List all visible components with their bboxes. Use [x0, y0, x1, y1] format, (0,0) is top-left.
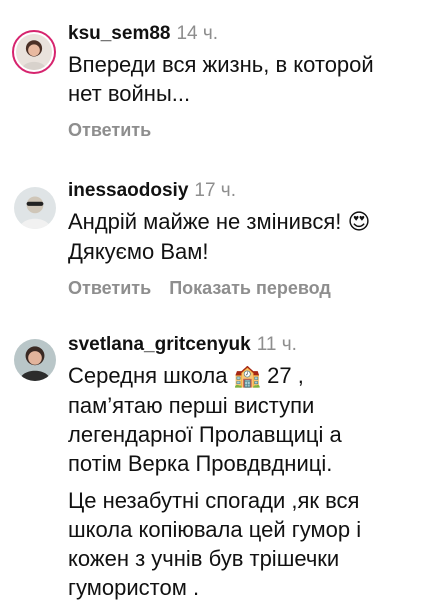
user-photo-icon — [14, 187, 56, 229]
comment-text: Андрій майже не змінився! 😍 Дякуємо Вам! — [68, 207, 411, 266]
comment-text-line: Середня школа — [68, 363, 234, 388]
heart-eyes-emoji-icon: 😍 — [347, 210, 371, 235]
comment-text: Впереди вся жизнь, в которой нет войны..… — [68, 52, 374, 106]
comment-username[interactable]: inessaodosiy — [68, 180, 188, 201]
comment-time: 14 ч. — [176, 23, 219, 44]
comment-text-paragraph: Це незабутні спогади ,як вся школа копію… — [68, 488, 362, 600]
comment-actions: Ответить Показать перевод — [68, 278, 411, 299]
comment-meta: inessaodosiy 17 ч. — [68, 179, 411, 203]
comment-body: ksu_sem88 14 ч. Впереди вся жизнь, в кото… — [68, 22, 411, 141]
comment-username[interactable]: ksu_sem88 — [68, 23, 170, 44]
comment-actions: Ответить — [68, 120, 411, 141]
comment-body: inessaodosiy 17 ч. Андрій майже не змінив… — [68, 179, 411, 299]
comment-meta: ksu_sem88 14 ч. — [68, 22, 411, 46]
reply-button[interactable]: Ответить — [68, 120, 151, 140]
comment-text-paragraph: пам’ятаю перші виступи легендарної Прола… — [68, 393, 342, 476]
comment-meta: svetlana_gritcenyuk 11 ч. — [68, 333, 411, 357]
comment-text-line: Андрій майже не змінився! — [68, 209, 348, 234]
comment-time: 17 ч. — [194, 180, 236, 201]
reply-button[interactable]: Ответить — [68, 278, 151, 298]
avatar[interactable] — [14, 339, 56, 381]
school-emoji-icon: 🏫 — [233, 364, 261, 389]
comment-text-line: 27 , — [261, 363, 304, 388]
user-photo-icon — [14, 339, 56, 381]
avatar[interactable] — [12, 30, 56, 74]
show-translation-button[interactable]: Показать перевод — [169, 278, 331, 298]
comment-text: Середня школа 🏫 27 , — [68, 361, 411, 391]
comment-time: 11 ч. — [256, 334, 297, 355]
comment-username[interactable]: svetlana_gritcenyuk — [68, 334, 251, 355]
comment-body: svetlana_gritcenyuk 11 ч. Середня школа 🏫… — [68, 333, 411, 600]
user-photo-icon — [16, 34, 52, 70]
comment-text-line: Дякуємо Вам! — [68, 239, 209, 264]
avatar[interactable] — [14, 187, 56, 229]
